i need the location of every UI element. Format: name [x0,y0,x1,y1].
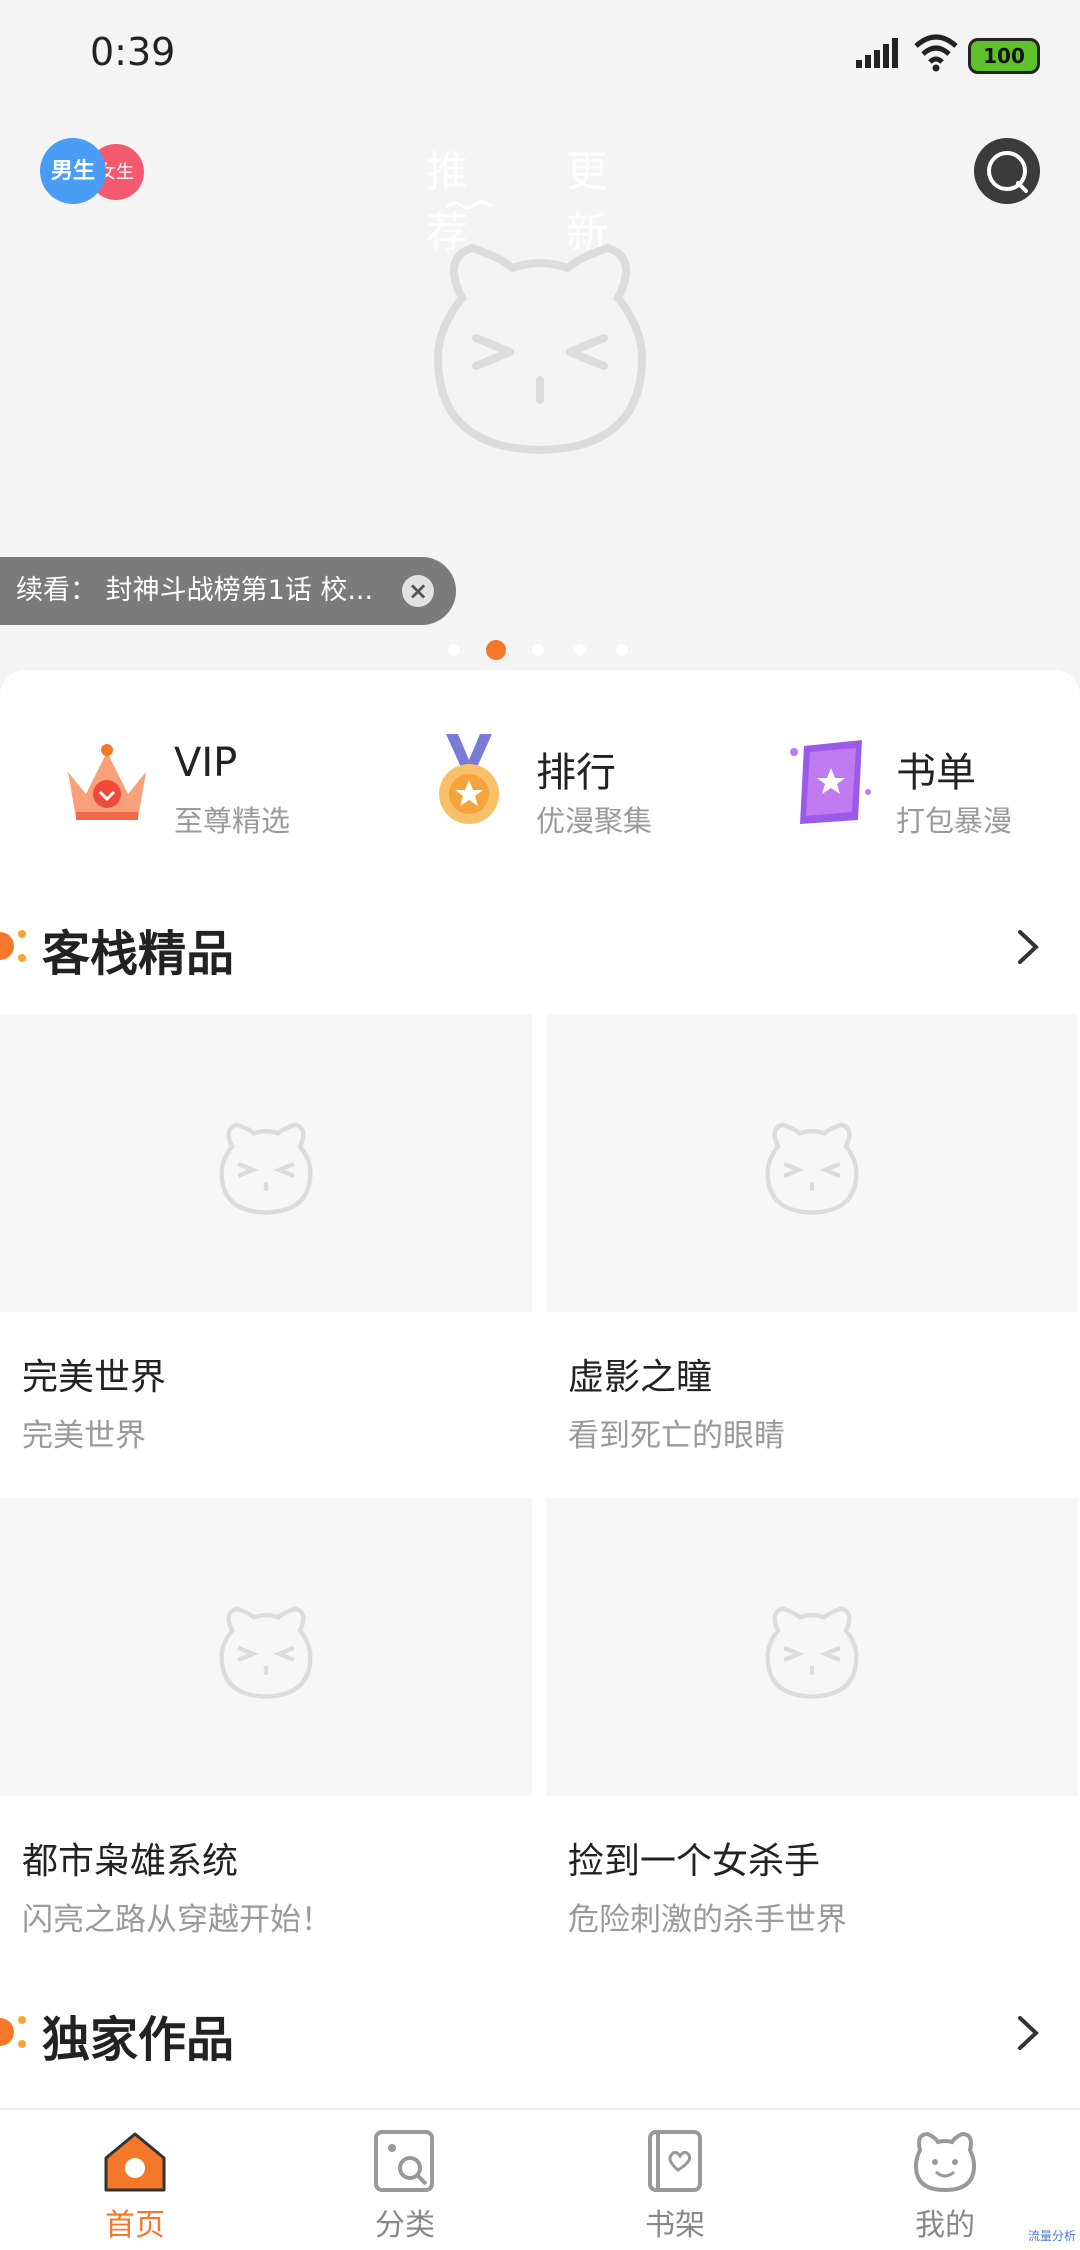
watermark-text: 流量分析 [1027,2229,1076,2243]
continue-reading-bar[interactable]: 续看： 封神斗战榜第1话 校... × [0,557,456,625]
comic-description: 看到死亡的眼睛 [568,1418,785,1454]
signal-icon [856,38,898,68]
comic-cover [546,1498,1078,1796]
comic-cover [0,1498,532,1796]
chevron-right-icon [1018,930,1039,964]
pagination-dot [448,644,460,656]
comic-cover [546,1014,1078,1312]
comic-title: 都市枭雄系统 [22,1841,239,1882]
banner-placeholder-icon [433,243,647,455]
comic-card[interactable]: 完美世界 完美世界 [0,1014,532,1484]
section-header-premium[interactable]: 客栈精品 [0,910,1080,982]
section-bullet-icon [0,930,26,962]
pagination-dot [616,644,628,656]
placeholder-cat-icon [219,1606,313,1699]
quick-link-subtitle: 打包暴漫 [896,804,1013,838]
pagination-dot-active [486,640,506,660]
section-header-exclusive[interactable]: 独家作品 [0,1996,1080,2068]
medal-icon [439,734,499,824]
continue-reading-text: 续看： 封神斗战榜第1话 校... [16,575,374,606]
comic-title: 完美世界 [22,1357,167,1398]
section-bullet-icon [0,2016,26,2048]
placeholder-cat-icon [765,1606,859,1699]
placeholder-cat-icon [765,1122,859,1215]
search-button[interactable] [974,138,1040,204]
nav-label: 分类 [375,2208,435,2243]
nav-label: 书架 [645,2208,705,2243]
comic-card[interactable]: 捡到一个女杀手 危险刺激的杀手世界 [546,1498,1078,1968]
nav-item-home[interactable]: 首页 [0,2110,270,2250]
section-title: 独家作品 [42,2012,235,2068]
quick-link-subtitle: 至尊精选 [174,804,291,838]
pagination-dot [574,644,586,656]
comic-description: 完美世界 [22,1418,146,1454]
bottom-nav: 首页 分类 书架 我的 流量分析 [0,2108,1080,2250]
wifi-icon [914,34,958,72]
quick-link-title: 排行 [536,750,616,796]
status-time: 0:39 [90,30,176,74]
close-icon[interactable]: × [402,575,434,607]
placeholder-cat-icon [219,1122,313,1215]
book-icon [790,740,871,824]
nav-item-bookshelf[interactable]: 书架 [540,2110,810,2250]
content-sheet: VIP 至尊精选 排行 优漫聚集 书单 打包暴漫 客栈精品 完美世界 完美世界 … [0,670,1080,2110]
comic-card[interactable]: 虚影之瞳 看到死亡的眼睛 [546,1014,1078,1484]
category-icon [374,2130,434,2192]
gender-boy-badge: 男生 [40,138,106,204]
comic-card[interactable]: 都市枭雄系统 闪亮之路从穿越开始！ [0,1498,532,1968]
chevron-right-icon [1018,2016,1039,2050]
bookshelf-icon [648,2130,702,2192]
comic-title: 捡到一个女杀手 [568,1841,821,1882]
battery-icon: 100 [968,38,1040,74]
search-icon [987,151,1028,193]
comic-title: 虚影之瞳 [568,1357,713,1398]
pagination-dot [532,644,544,656]
quick-link-subtitle: 优漫聚集 [536,804,653,838]
crown-icon [68,744,146,820]
comic-cover [0,1014,532,1312]
home-icon [104,2132,166,2192]
quick-link-title: 书单 [896,750,976,796]
status-bar: 0:39 100 [0,0,1080,110]
profile-icon [913,2131,977,2193]
comic-description: 闪亮之路从穿越开始！ [22,1902,332,1938]
quick-link-title: VIP [174,740,238,786]
nav-label: 首页 [105,2208,165,2243]
tab-indicator [445,201,492,209]
nav-item-category[interactable]: 分类 [270,2110,540,2250]
gender-switch[interactable]: 男生 女生 [40,138,150,206]
comic-description: 危险刺激的杀手世界 [568,1902,847,1938]
section-title: 客栈精品 [42,926,235,982]
